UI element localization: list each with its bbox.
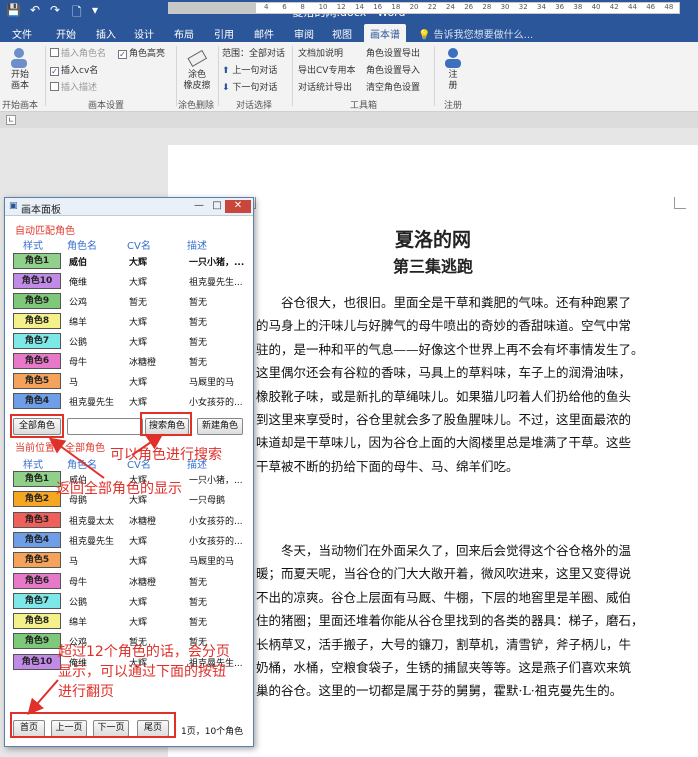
annotation-search: 可以角色进行搜索 — [110, 447, 222, 463]
annotation-return-all: 返回全部角色的显示 — [56, 481, 182, 497]
annotation-paging-line: 进行翻页 — [58, 684, 114, 700]
arrow-to-all-roles — [48, 437, 105, 479]
annotation-paging: 超过12个角色的话，会分页 显示，可以通过下面的按钮 进行翻页 — [58, 642, 230, 702]
annotation-paging-line: 显示，可以通过下面的按钮 — [58, 664, 226, 680]
annotation-paging-line: 超过12个角色的话，会分页 — [58, 644, 230, 660]
arrow-to-pager — [27, 679, 59, 716]
